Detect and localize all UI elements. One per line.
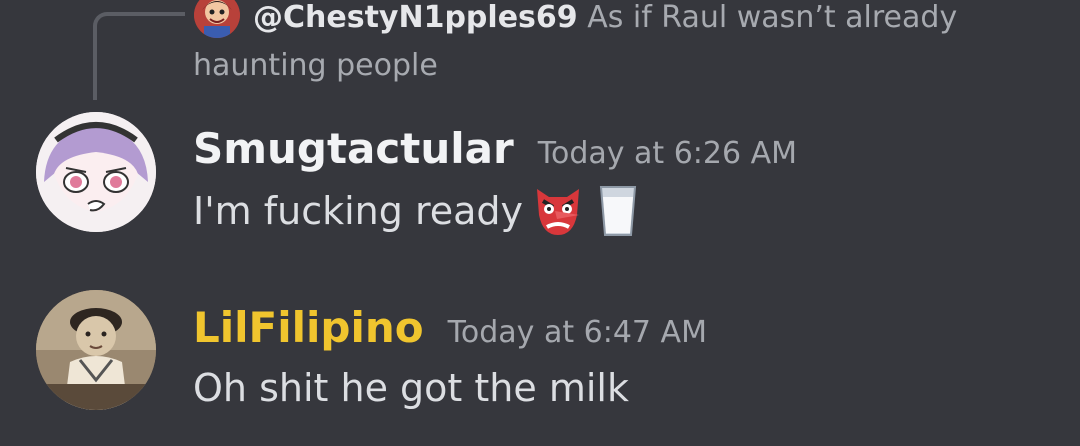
message-header: LilFilipino Today at 6:47 AM (193, 303, 707, 352)
message-content: I'm fucking ready (193, 189, 524, 233)
goblin-mask-emoji (533, 185, 583, 237)
message-text: I'm fucking ready (193, 185, 643, 237)
reply-preview[interactable]: @ChestyN1pples69 As if Raul wasn’t alrea… (193, 0, 1053, 90)
username[interactable]: Smugtactular (193, 124, 514, 173)
glass-of-milk-emoji (593, 185, 643, 237)
reply-connector (93, 12, 185, 100)
timestamp: Today at 6:26 AM (537, 136, 798, 171)
avatar-image (36, 290, 156, 410)
avatar[interactable] (36, 112, 156, 232)
username[interactable]: LilFilipino (193, 303, 424, 352)
message-text: Oh shit he got the milk (193, 366, 629, 410)
message-header: Smugtactular Today at 6:26 AM (193, 124, 797, 173)
avatar[interactable] (36, 290, 156, 410)
chat-view: @ChestyN1pples69 As if Raul wasn’t alrea… (0, 0, 1080, 446)
message-content: Oh shit he got the milk (193, 366, 629, 410)
avatar-image (36, 112, 156, 232)
timestamp: Today at 6:47 AM (447, 315, 707, 350)
reply-username[interactable]: @ChestyN1pples69 (253, 0, 578, 35)
